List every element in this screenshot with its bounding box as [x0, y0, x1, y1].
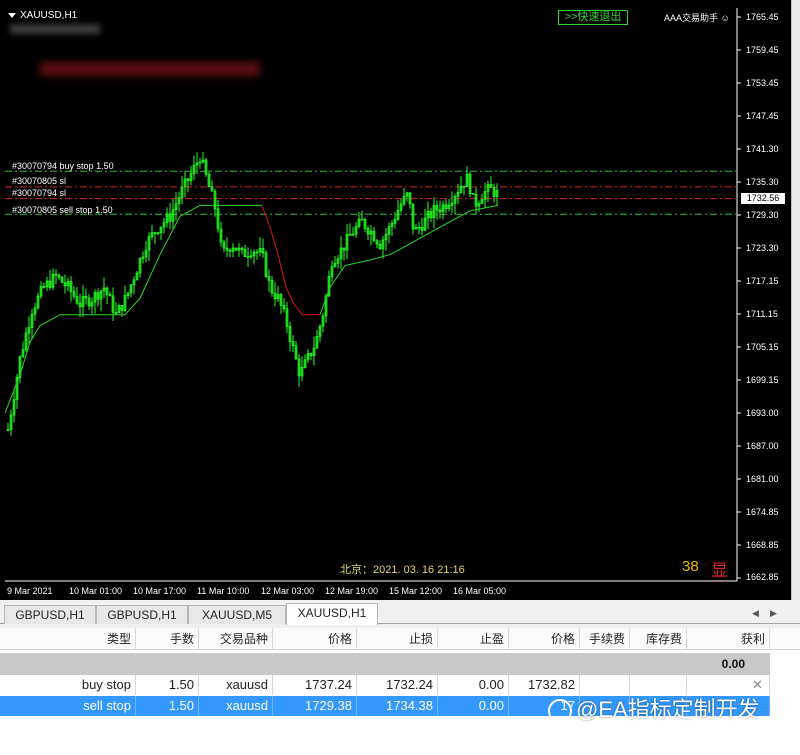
dropdown-triangle-icon[interactable]	[8, 12, 16, 18]
col-swap[interactable]: 库存费	[630, 628, 687, 650]
order-line-label[interactable]: #30070794 sl	[12, 188, 66, 198]
tab-next-icon[interactable]: ▶	[770, 608, 777, 619]
price-tick: 1729.30	[746, 210, 779, 220]
cell-lots: 1.50	[136, 675, 199, 695]
col-lots[interactable]: 手数	[136, 628, 199, 650]
col-cur-price[interactable]: 价格	[509, 628, 580, 650]
chart-symbol-label: XAUUSD,H1	[20, 10, 78, 21]
col-type[interactable]: 类型	[0, 628, 136, 650]
summary-profit: 0.00	[721, 657, 745, 671]
cell-sl: 1734.38	[357, 696, 438, 716]
time-label: 12 Mar 03:00	[261, 586, 315, 596]
price-axis[interactable]: 1765.45 1759.45 1753.45 1747.45 1741.30 …	[737, 0, 792, 582]
price-tick: 1681.00	[746, 474, 779, 484]
col-price[interactable]: 价格	[273, 628, 357, 650]
price-tick: 1747.45	[746, 111, 779, 121]
price-tick: 1759.45	[746, 45, 779, 55]
candle-body	[360, 218, 364, 221]
blurred-red-text	[40, 62, 260, 76]
price-tick: 1753.45	[746, 78, 779, 88]
close-icon[interactable]: ✕	[752, 677, 763, 693]
price-tick: 1705.15	[746, 342, 779, 352]
assistant-text: AAA交易助手	[664, 13, 719, 23]
price-tick: 1674.85	[746, 507, 779, 517]
trailing-stop-line	[4, 204, 262, 414]
chart-tab[interactable]: GBPUSD,H1	[96, 605, 188, 624]
price-tick: 1668.85	[746, 540, 779, 550]
time-label: 11 Mar 10:00	[197, 586, 250, 596]
price-tick: 1699.15	[746, 375, 779, 385]
col-symbol[interactable]: 交易品种	[199, 628, 273, 650]
cell-type: sell stop	[0, 696, 136, 716]
time-label: 10 Mar 17:00	[133, 586, 187, 596]
count-value: 38	[682, 558, 699, 575]
tab-prev-icon[interactable]: ◀	[752, 608, 759, 619]
col-sl[interactable]: 止损	[357, 628, 438, 650]
chart-tab[interactable]: XAUUSD,M5	[188, 605, 286, 624]
table-header: 类型 手数 交易品种 价格 止损 止盈 价格 手续费 库存费 获利	[0, 628, 800, 650]
order-line-label[interactable]: #30070794 buy stop 1.50	[12, 161, 114, 171]
chart-tab-bar: GBPUSD,H1 GBPUSD,H1 XAUUSD,M5 XAUUSD,H1 …	[0, 603, 800, 625]
time-label: 12 Mar 19:00	[325, 586, 379, 596]
price-tick: 1735.30	[746, 177, 779, 187]
chart-canvas	[4, 8, 741, 582]
blurred-info-text	[10, 24, 100, 34]
price-tick: 1765.45	[746, 12, 779, 22]
cell-type: buy stop	[0, 675, 136, 695]
order-line-label[interactable]: #30070805 sl	[12, 176, 66, 186]
cell-price: 1729.38	[273, 696, 357, 716]
time-label: 16 Mar 05:00	[453, 586, 507, 596]
watermark: @EA指标定制开发	[548, 692, 760, 724]
order-line-label[interactable]: #30070805 sell stop 1.50	[12, 205, 113, 215]
price-tick: 1711.15	[746, 309, 778, 319]
cell-lots: 1.50	[136, 696, 199, 716]
beijing-time: 北京：2021. 03. 16 21:16	[340, 564, 465, 576]
watermark-logo-icon	[548, 699, 572, 724]
trailing-stop-line	[319, 204, 499, 315]
time-label: 9 Mar 2021	[7, 586, 53, 596]
col-profit[interactable]: 获利	[687, 628, 770, 650]
cell-tp: 0.00	[438, 696, 509, 716]
assistant-label: AAA交易助手 ☺	[664, 11, 730, 24]
quick-exit-button[interactable]: >>快速退出	[558, 10, 628, 25]
chart-tab[interactable]: GBPUSD,H1	[4, 605, 96, 624]
trailing-stop-line-down	[261, 205, 320, 316]
price-chart[interactable]: XAUUSD,H1 >>快速退出 AAA交易助手 ☺ #30070794 buy…	[0, 0, 800, 600]
chart-right-edge	[791, 0, 800, 600]
price-tick: 1687.00	[746, 441, 779, 451]
price-tick: 1741.30	[746, 144, 779, 154]
time-label: 15 Mar 12:00	[389, 586, 443, 596]
current-price-tag: 1732.56	[741, 193, 785, 204]
chart-tab-active[interactable]: XAUUSD,H1	[286, 603, 378, 625]
summary-row: 0.00	[0, 653, 770, 675]
cell-tp: 0.00	[438, 675, 509, 695]
cell-sl: 1732.24	[357, 675, 438, 695]
price-tick: 1717.15	[746, 276, 779, 286]
col-commission[interactable]: 手续费	[580, 628, 630, 650]
price-tick: 1723.30	[746, 243, 779, 253]
smile-icon: ☺	[720, 13, 730, 23]
price-tick: 1662.85	[746, 572, 779, 582]
price-tick: 1693.00	[746, 408, 779, 418]
display-toggle[interactable]: 显	[711, 556, 728, 581]
chart-window-title[interactable]: XAUUSD,H1	[8, 10, 77, 21]
col-tp[interactable]: 止盈	[438, 628, 509, 650]
watermark-text: @EA指标定制开发	[576, 697, 760, 722]
cell-symbol: xauusd	[199, 696, 273, 716]
cell-symbol: xauusd	[199, 675, 273, 695]
time-label: 10 Mar 01:00	[69, 586, 123, 596]
cell-price: 1737.24	[273, 675, 357, 695]
